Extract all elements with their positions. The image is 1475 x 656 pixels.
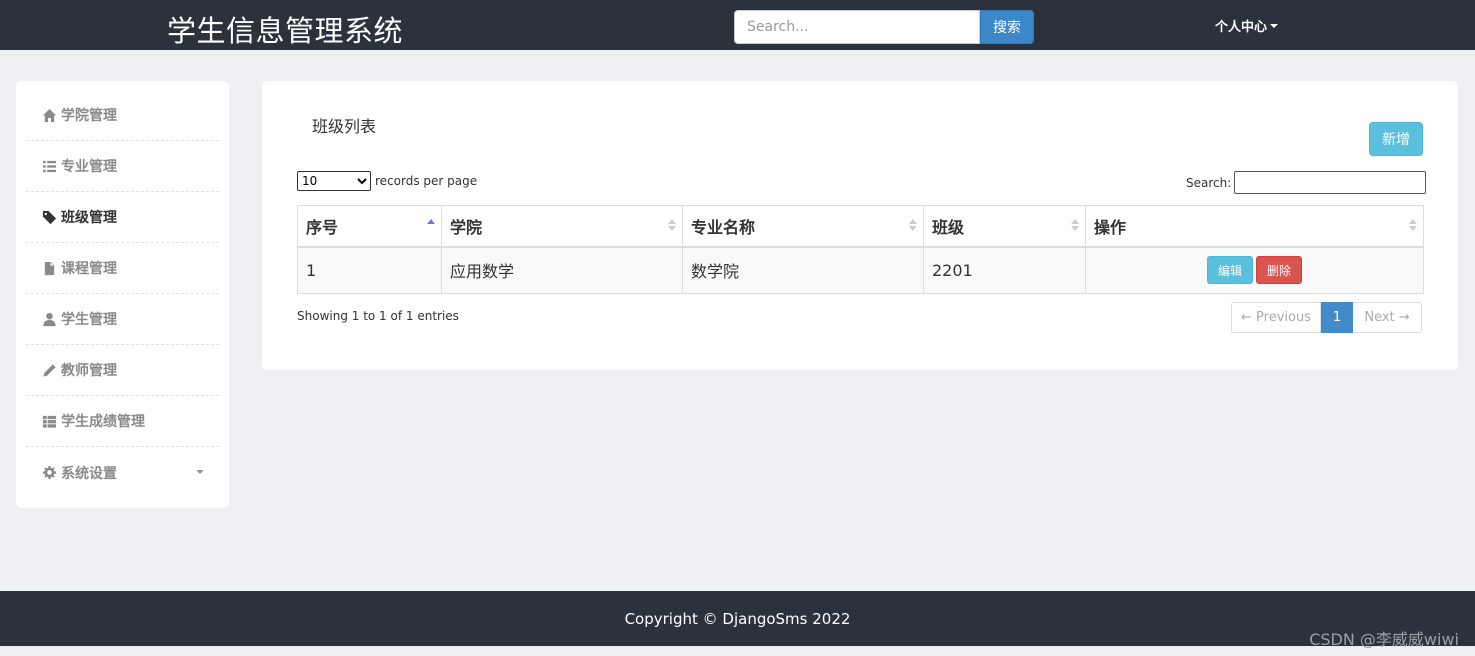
- pencil-icon: [41, 362, 57, 378]
- table-filter-input[interactable]: [1234, 171, 1427, 194]
- sort-icon: [668, 219, 676, 231]
- sidebar-item-college[interactable]: 学院管理: [26, 90, 219, 141]
- page-title: 班级列表: [312, 117, 377, 136]
- sort-icon: [1071, 219, 1079, 231]
- column-header-label: 班级: [932, 217, 965, 237]
- column-header-class[interactable]: 班级: [923, 205, 1086, 248]
- table-filter-label: Search:: [1186, 175, 1232, 190]
- top-navbar: 学生信息管理系统 搜索 个人中心: [0, 0, 1475, 50]
- chevron-down-icon: [1270, 23, 1279, 28]
- table-row: 1 应用数学 数学院 2201 编辑 删除: [297, 246, 1424, 294]
- cell-college: 应用数学: [441, 246, 683, 294]
- gear-icon: [41, 465, 57, 481]
- class-table: 序号 学院 专业名称 班级 操作 1 应用数学 数学院 2201 编辑 删除: [297, 205, 1424, 294]
- pagination: ← Previous 1 Next →: [1231, 302, 1422, 333]
- sidebar-item-label: 学院管理: [61, 108, 117, 124]
- sidebar: 学院管理 专业管理 班级管理 课程管理 学生管理 教师管理 学生成绩管理 系统设…: [16, 81, 229, 508]
- sidebar-item-teacher[interactable]: 教师管理: [26, 345, 219, 396]
- column-header-label: 专业名称: [691, 217, 756, 237]
- sidebar-item-grades[interactable]: 学生成绩管理: [26, 396, 219, 447]
- search-form: 搜索: [734, 10, 1034, 44]
- sidebar-item-major[interactable]: 专业管理: [26, 141, 219, 192]
- search-button[interactable]: 搜索: [980, 10, 1034, 44]
- column-header-major[interactable]: 专业名称: [682, 205, 924, 248]
- footer: Copyright © DjangoSms 2022: [0, 591, 1475, 646]
- column-header-actions[interactable]: 操作: [1085, 205, 1424, 248]
- sidebar-item-label: 专业管理: [61, 159, 117, 175]
- sidebar-item-settings[interactable]: 系统设置: [26, 447, 219, 498]
- sidebar-item-label: 学生成绩管理: [61, 414, 145, 430]
- copyright-text: Copyright © DjangoSms 2022: [624, 609, 851, 628]
- column-header-label: 序号: [306, 217, 339, 237]
- add-button[interactable]: 新增: [1369, 122, 1423, 156]
- sidebar-item-class[interactable]: 班级管理: [26, 192, 219, 243]
- column-header-label: 学院: [450, 217, 483, 237]
- table-info: Showing 1 to 1 of 1 entries: [297, 309, 459, 323]
- sidebar-item-label: 课程管理: [61, 261, 117, 277]
- sidebar-item-student[interactable]: 学生管理: [26, 294, 219, 345]
- chevron-down-icon: [196, 470, 204, 474]
- user-menu-toggle[interactable]: 个人中心: [1215, 16, 1279, 35]
- cell-major: 数学院: [682, 246, 924, 294]
- tag-icon: [41, 209, 57, 225]
- list-icon: [41, 158, 57, 174]
- column-header-index[interactable]: 序号: [297, 205, 442, 248]
- th-list-icon: [41, 413, 57, 429]
- pagination-next[interactable]: Next →: [1353, 302, 1422, 333]
- user-menu-label: 个人中心: [1215, 20, 1268, 35]
- home-icon: [41, 107, 57, 123]
- search-input[interactable]: [734, 10, 980, 44]
- cell-class: 2201: [923, 246, 1086, 294]
- edit-button[interactable]: 编辑: [1207, 256, 1253, 285]
- sidebar-item-label: 系统设置: [61, 465, 117, 482]
- sidebar-item-label: 班级管理: [61, 210, 117, 226]
- user-icon: [41, 311, 57, 327]
- table-header-row: 序号 学院 专业名称 班级 操作: [297, 205, 1424, 248]
- records-per-page-select[interactable]: 10: [297, 171, 371, 191]
- sidebar-item-label: 教师管理: [61, 363, 117, 379]
- sort-asc-icon: [427, 219, 435, 231]
- pagination-previous[interactable]: ← Previous: [1231, 302, 1321, 333]
- column-header-label: 操作: [1094, 217, 1127, 237]
- records-per-page: 10 records per page: [297, 171, 477, 191]
- sidebar-item-course[interactable]: 课程管理: [26, 243, 219, 294]
- sort-icon: [909, 219, 917, 231]
- sort-icon: [1409, 219, 1417, 231]
- pagination-page-1[interactable]: 1: [1321, 302, 1353, 333]
- app-title[interactable]: 学生信息管理系统: [167, 8, 403, 50]
- cell-index: 1: [297, 246, 442, 294]
- cell-actions: 编辑 删除: [1085, 246, 1424, 294]
- records-per-page-label: records per page: [375, 174, 478, 188]
- file-icon: [41, 260, 57, 276]
- table-filter: Search:: [1186, 171, 1427, 194]
- delete-button[interactable]: 删除: [1256, 256, 1302, 285]
- column-header-college[interactable]: 学院: [441, 205, 683, 248]
- sidebar-item-label: 学生管理: [61, 312, 117, 328]
- main-panel: 班级列表 新增 10 records per page Search: 序号 学…: [262, 81, 1458, 370]
- watermark: CSDN @李威威wiwi: [1309, 630, 1459, 649]
